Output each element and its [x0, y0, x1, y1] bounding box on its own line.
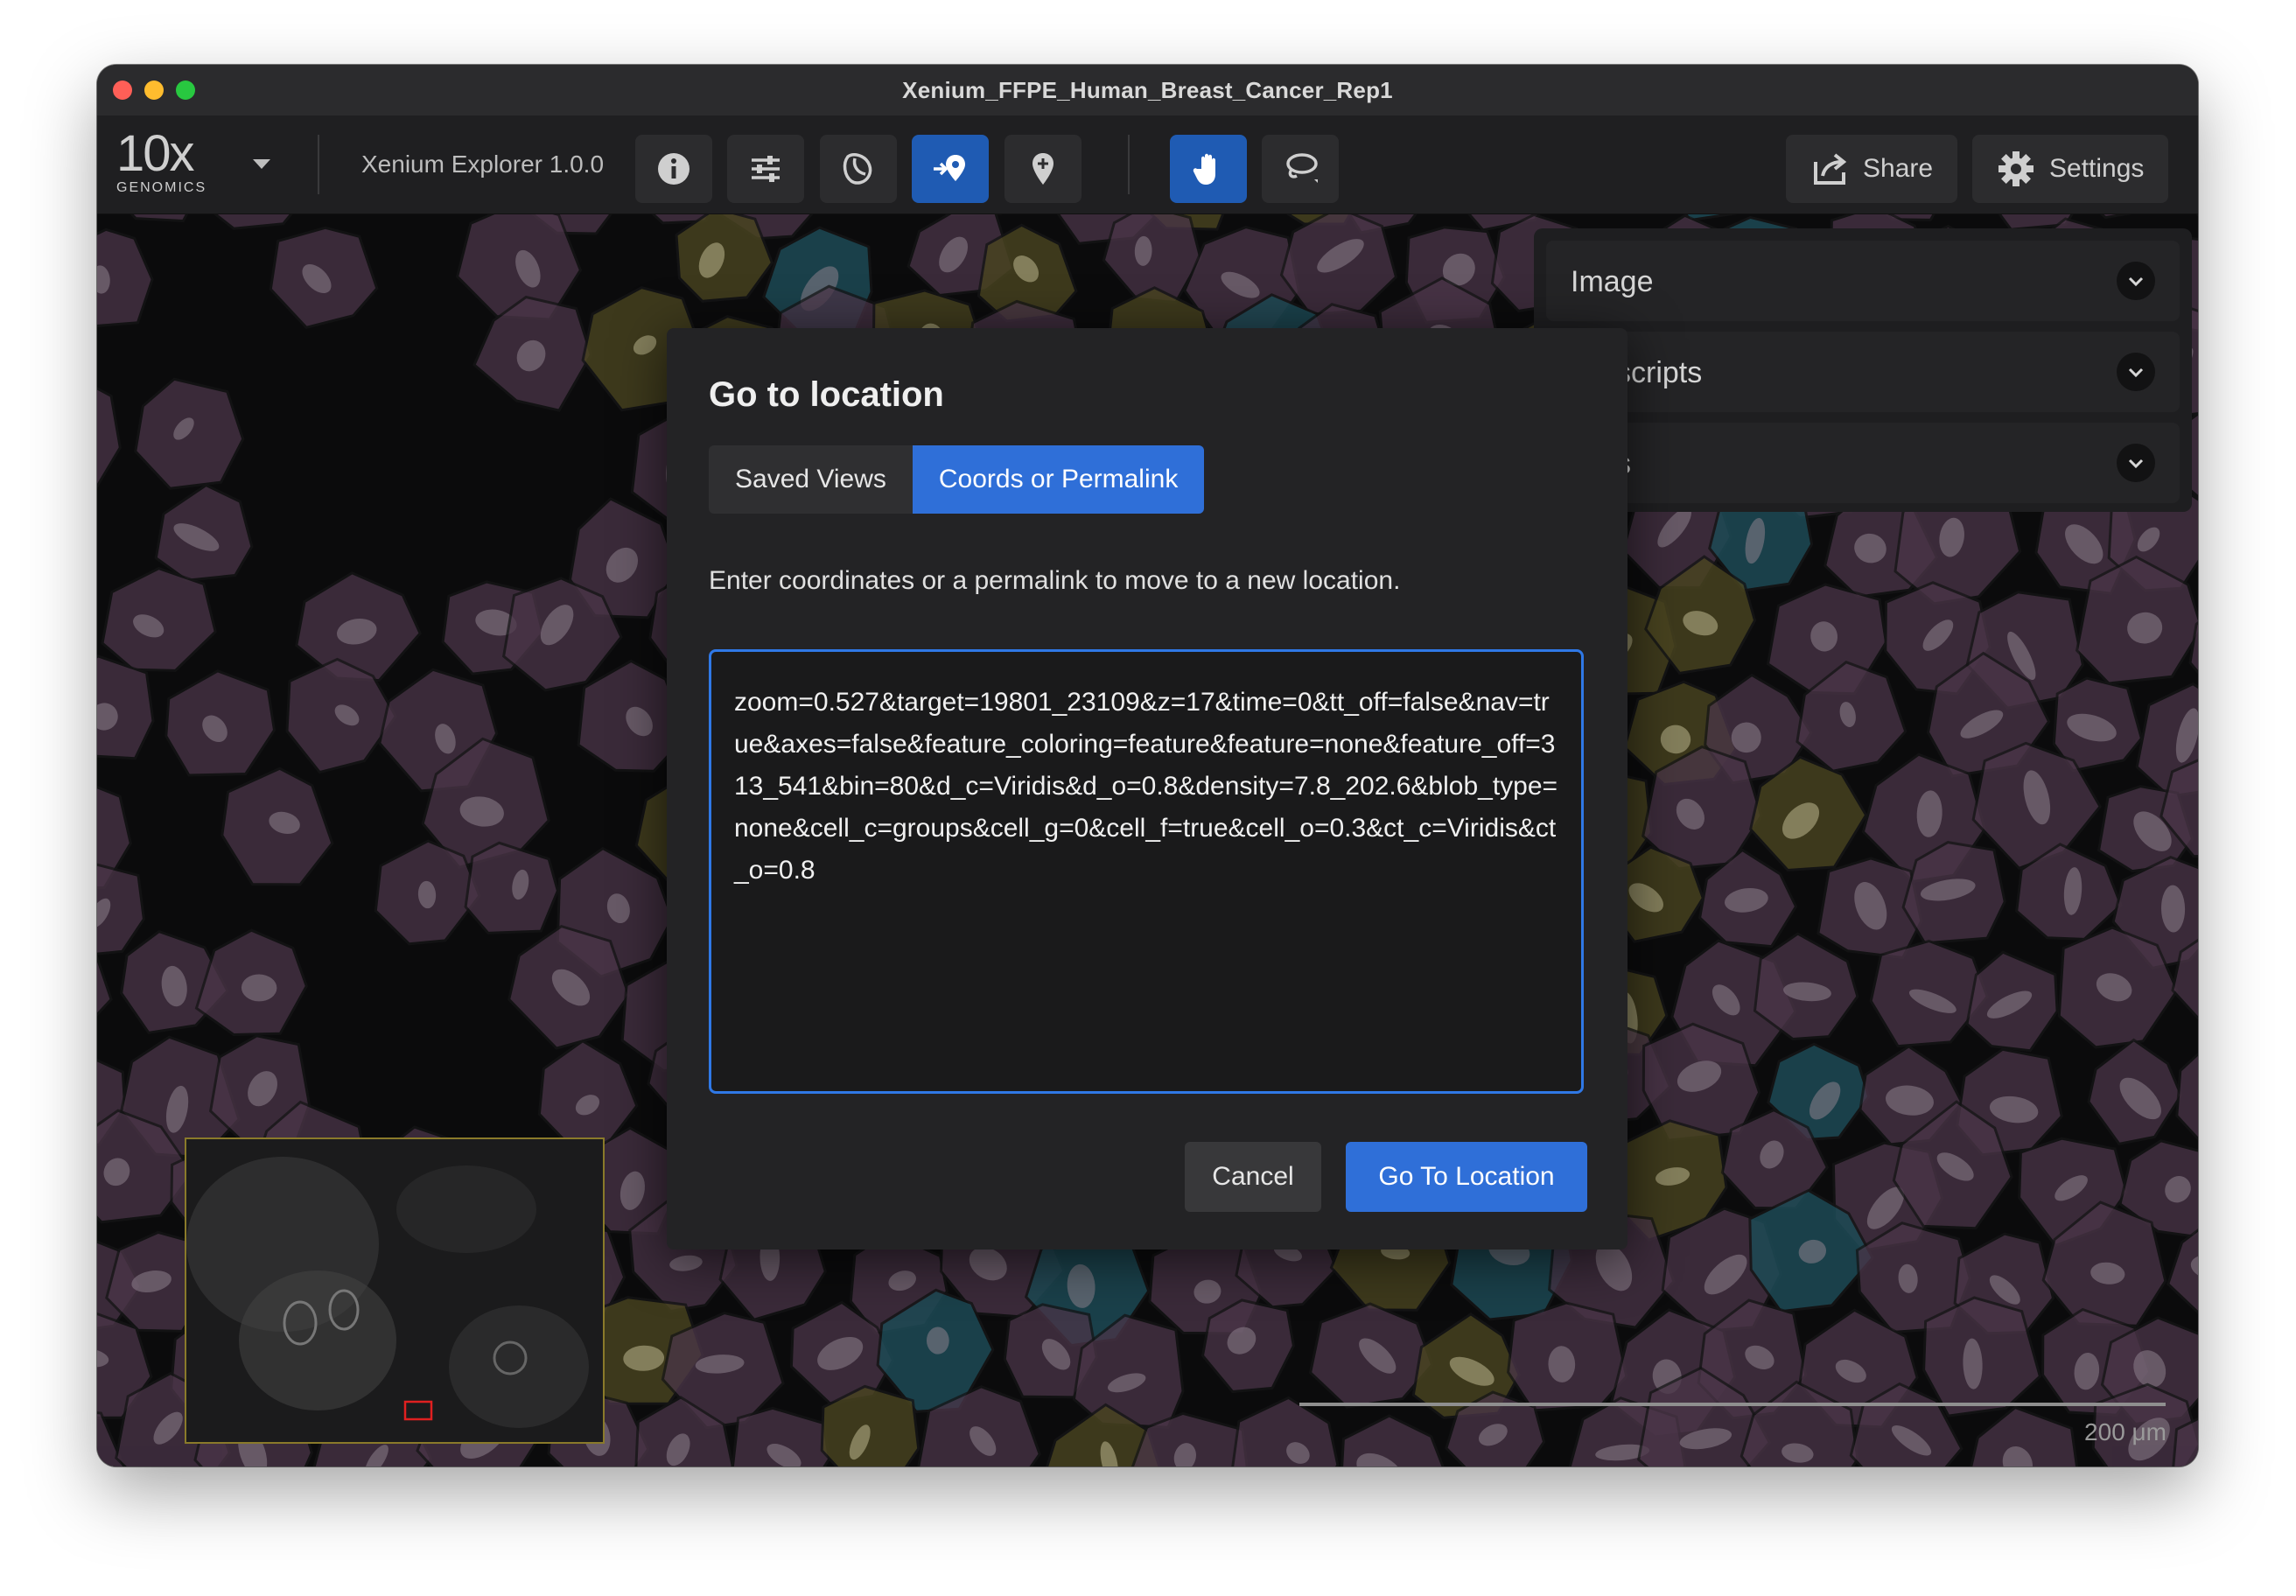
cell-segmentation-button[interactable] [820, 135, 897, 203]
go-to-location-icon [934, 155, 965, 181]
panel-section-label: Image [1571, 265, 1654, 298]
tab-saved-views[interactable]: Saved Views [709, 445, 913, 514]
adjustments-button[interactable] [727, 135, 804, 203]
hand-pan-icon [1193, 153, 1215, 185]
lasso-icon [1286, 153, 1318, 183]
cell-shape [1922, 1296, 2042, 1418]
logo-main-text: 10x [116, 125, 195, 182]
go-to-location-dialog: Go to location Saved Views Coords or Per… [667, 328, 1628, 1250]
lasso-tool-button[interactable] [1262, 135, 1339, 203]
info-button[interactable] [635, 135, 712, 203]
minimize-window-button[interactable] [144, 80, 164, 100]
dialog-description: Enter coordinates or a permalink to move… [709, 566, 1401, 595]
toolbar-divider [1128, 135, 1130, 194]
minimap-image [186, 1139, 603, 1442]
dialog-title: Go to location [709, 375, 944, 414]
cell-shape [101, 566, 217, 672]
dialog-tabs: Saved Views Coords or Permalink [709, 445, 1205, 514]
tab-coords-or-permalink[interactable]: Coords or Permalink [912, 445, 1205, 514]
share-icon [1814, 153, 1847, 185]
go-to-location-button[interactable]: Go To Location [1346, 1142, 1587, 1212]
cell-shape [134, 377, 245, 490]
chevron-down-icon[interactable] [253, 159, 270, 169]
window-title: Xenium_FFPE_Human_Breast_Cancer_Rep1 [902, 76, 1393, 103]
window-controls [113, 80, 195, 100]
chevron-down-icon[interactable] [2117, 262, 2155, 300]
logo-sub-text: GENOMICS [116, 180, 207, 195]
panel-section-transcripts[interactable]: scripts [1546, 332, 2180, 412]
share-button[interactable]: Share [1786, 135, 1958, 203]
panel-section-image[interactable]: Image [1546, 241, 2180, 321]
cell-shape [2099, 214, 2132, 220]
share-label: Share [1863, 154, 1934, 183]
add-pin-button[interactable] [1004, 135, 1082, 203]
overview-minimap[interactable] [185, 1138, 605, 1444]
cell-shape [1340, 1414, 1445, 1466]
10x-genomics-logo[interactable]: 10x GENOMICS [116, 125, 207, 196]
pin-icon [1032, 153, 1054, 185]
sliders-icon [752, 156, 780, 182]
toolbar: 10x GENOMICS Xenium Explorer 1.0.0 Share… [97, 116, 2198, 214]
close-window-button[interactable] [113, 80, 132, 100]
cell-shape [130, 214, 189, 223]
cell-shape [2175, 1052, 2198, 1141]
cancel-button[interactable]: Cancel [1185, 1142, 1321, 1212]
scale-bar-label: 200 μm [2084, 1418, 2166, 1446]
app-name: Xenium Explorer 1.0.0 [361, 150, 605, 178]
toolbar-divider [318, 135, 319, 194]
chevron-down-icon[interactable] [2117, 444, 2155, 482]
settings-button[interactable]: Settings [1972, 135, 2169, 203]
cell-shape [464, 841, 559, 934]
chevron-down-icon[interactable] [2117, 353, 2155, 391]
maximize-window-button[interactable] [176, 80, 195, 100]
panel-section-cells[interactable]: s [1546, 423, 2180, 503]
app-window: Xenium_FFPE_Human_Breast_Cancer_Rep1 10x… [97, 65, 2198, 1466]
settings-label: Settings [2049, 154, 2145, 183]
title-bar: Xenium_FFPE_Human_Breast_Cancer_Rep1 [97, 65, 2198, 116]
go-to-location-button[interactable] [912, 135, 989, 203]
cell-segmentation-icon [843, 153, 872, 185]
scale-bar [1299, 1403, 2166, 1406]
panel-section-label: scripts [1616, 356, 1703, 389]
info-icon [658, 153, 690, 185]
cell-shape [1231, 1396, 1340, 1466]
layers-panel: Image scripts s [1534, 228, 2192, 512]
cell-shape [97, 387, 122, 489]
cell-shape [214, 214, 293, 230]
gear-icon [1998, 151, 2034, 186]
permalink-input[interactable]: zoom=0.527&target=19801_23109&z=17&time=… [709, 649, 1584, 1094]
pan-tool-button[interactable] [1170, 135, 1247, 203]
